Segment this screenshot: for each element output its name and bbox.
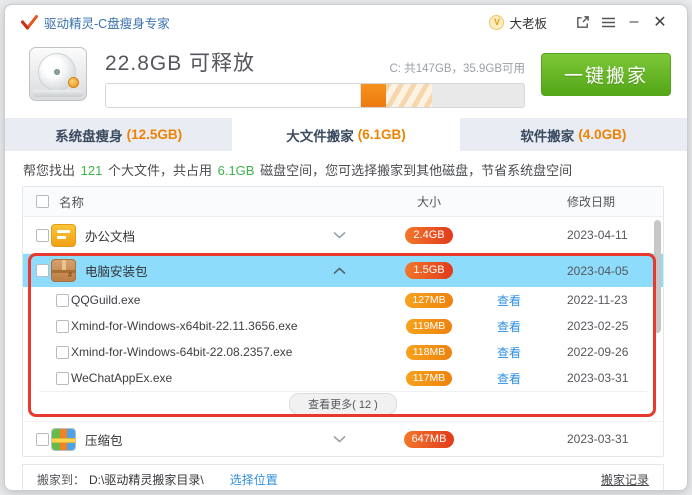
chevron-up-icon[interactable] <box>321 267 357 275</box>
feedback-icon[interactable] <box>569 10 595 34</box>
view-link[interactable]: 查看 <box>497 320 521 334</box>
account-name[interactable]: 大老板 <box>509 13 547 32</box>
summary-line: 帮您找出 121 个大文件，共占用 6.1GB 磁盘空间，您可选择搬家到其他磁盘… <box>5 151 687 186</box>
size-badge: 1.5GB <box>405 262 452 279</box>
select-all-checkbox[interactable] <box>36 195 49 208</box>
big-files-table: 名称 大小 修改日期 办公文档 2.4GB 2023-04-11 # 电脑安装包 <box>22 186 664 457</box>
file-row[interactable]: WeChatAppEx.exe 117MB 查看 2023-03-31 <box>23 365 663 391</box>
bar-movable-segment <box>386 84 432 107</box>
row-checkbox[interactable] <box>56 294 69 307</box>
minimize-button[interactable]: – <box>621 10 647 34</box>
group-row-installers[interactable]: # 电脑安装包 1.5GB 2023-04-05 <box>23 254 663 287</box>
one-key-move-button[interactable]: 一键搬家 <box>541 53 671 96</box>
file-row[interactable]: Xmind-for-Windows-64bit-22.08.2357.exe 1… <box>23 339 663 365</box>
size-badge: 117MB <box>406 371 453 386</box>
group-row-archives[interactable]: 压缩包 647MB 2023-03-31 <box>23 421 663 456</box>
row-checkbox[interactable] <box>56 346 69 359</box>
menu-icon[interactable] <box>595 10 621 34</box>
row-checkbox[interactable] <box>36 264 49 277</box>
row-checkbox[interactable] <box>56 372 69 385</box>
size-badge: 647MB <box>404 431 455 448</box>
move-history-link[interactable]: 搬家记录 <box>601 471 649 488</box>
header: 22.8GB 可释放 C: 共147GB，35.9GB可用 一键搬家 <box>5 39 687 118</box>
move-to-label: 搬家到： <box>37 471 85 488</box>
disk-usage-info: C: 共147GB，35.9GB可用 <box>390 60 526 77</box>
file-count: 121 <box>79 163 105 178</box>
show-more-button[interactable]: 查看更多( 12 ) <box>289 393 397 415</box>
col-header-size: 大小 <box>381 193 477 210</box>
show-more-row: 查看更多( 12 ) <box>39 391 647 416</box>
total-size: 6.1GB <box>216 163 257 178</box>
col-header-date: 修改日期 <box>541 193 663 210</box>
view-link[interactable]: 查看 <box>497 372 521 386</box>
table-header-row: 名称 大小 修改日期 <box>23 187 663 217</box>
tab-software-move[interactable]: 软件搬家 (4.0GB) <box>460 118 687 151</box>
footer-bar: 搬家到： D:\驱动精灵搬家目录\ 选择位置 搬家记录 <box>22 464 664 491</box>
row-checkbox[interactable] <box>36 229 49 242</box>
size-badge: 119MB <box>406 319 453 334</box>
bar-used-segment <box>106 84 361 107</box>
target-path: D:\驱动精灵搬家目录\ <box>89 471 204 488</box>
package-icon: # <box>51 259 76 282</box>
close-button[interactable]: ✕ <box>647 10 673 34</box>
hard-drive-icon <box>29 47 87 101</box>
app-title: 驱动精灵-C盘瘦身专家 <box>44 13 170 32</box>
archive-icon <box>51 428 76 451</box>
vip-badge-icon: V <box>489 15 504 30</box>
disk-usage-bar <box>105 83 525 108</box>
group-row-documents[interactable]: 办公文档 2.4GB 2023-04-11 <box>23 217 663 254</box>
title-bar: 驱动精灵-C盘瘦身专家 V 大老板 – ✕ <box>5 5 687 39</box>
size-badge: 2.4GB <box>405 227 452 244</box>
tab-big-files[interactable]: 大文件搬家 (6.1GB) <box>232 118 459 151</box>
scrollbar-thumb[interactable] <box>654 220 661 333</box>
tab-strip: 系统盘瘦身 (12.5GB) 大文件搬家 (6.1GB) 软件搬家 (4.0GB… <box>5 118 687 151</box>
tab-system-slim[interactable]: 系统盘瘦身 (12.5GB) <box>5 118 232 151</box>
row-checkbox[interactable] <box>36 433 49 446</box>
document-icon <box>51 224 76 247</box>
chevron-down-icon[interactable] <box>321 231 357 239</box>
col-header-name: 名称 <box>51 192 381 211</box>
bar-releasable-segment <box>361 84 386 107</box>
view-link[interactable]: 查看 <box>497 294 521 308</box>
app-logo-icon <box>21 15 38 30</box>
size-badge: 118MB <box>406 345 453 360</box>
file-row[interactable]: Xmind-for-Windows-x64bit-22.11.3656.exe … <box>23 313 663 339</box>
choose-location-link[interactable]: 选择位置 <box>230 471 278 488</box>
size-badge: 127MB <box>405 293 452 308</box>
chevron-down-icon[interactable] <box>321 435 357 443</box>
file-row[interactable]: QQGuild.exe 127MB 查看 2022-11-23 <box>23 287 663 313</box>
view-link[interactable]: 查看 <box>497 346 521 360</box>
freeable-amount: 22.8GB 可释放 <box>105 47 255 77</box>
row-checkbox[interactable] <box>56 320 69 333</box>
app-window: 驱动精灵-C盘瘦身专家 V 大老板 – ✕ 22.8GB 可释放 C: 共147… <box>4 4 688 491</box>
